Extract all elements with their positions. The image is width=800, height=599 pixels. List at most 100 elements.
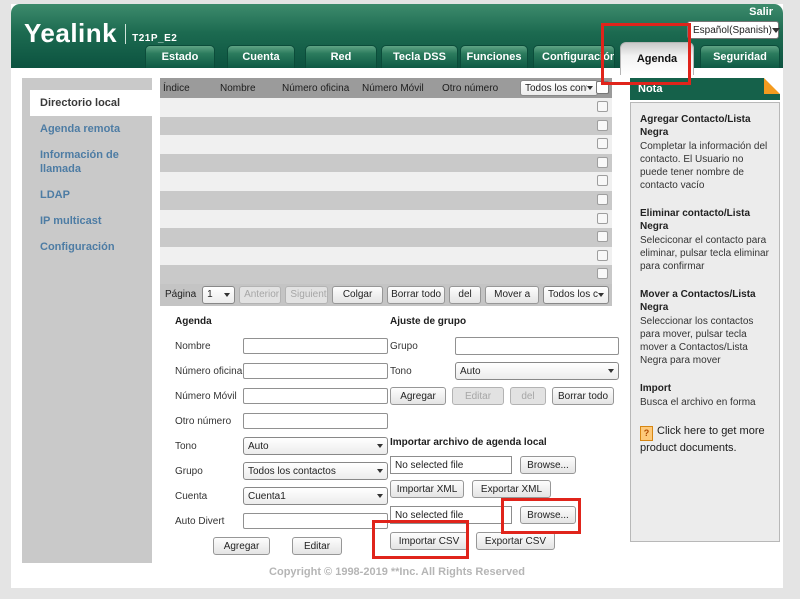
chevron-down-icon xyxy=(377,494,383,498)
row-checkbox[interactable] xyxy=(597,101,608,112)
select-all-checkbox[interactable] xyxy=(596,81,609,94)
contact-edit-button[interactable]: Editar xyxy=(292,537,342,555)
chevron-down-icon xyxy=(377,469,383,473)
table-row xyxy=(160,191,612,210)
group-select[interactable]: Todos los contactos xyxy=(243,462,388,480)
group-add-button[interactable]: Agregar xyxy=(390,387,446,405)
col-otro-numero: Otro número xyxy=(442,83,498,94)
chevron-down-icon xyxy=(772,28,780,33)
logo-text: Yealink xyxy=(24,20,117,46)
note-text: Seleciconar el contacto para eliminar, p… xyxy=(640,234,772,273)
logout-link[interactable]: Salir xyxy=(749,6,773,18)
group-edit-button: Editar xyxy=(452,387,504,405)
tab-seguridad[interactable]: Seguridad xyxy=(700,45,780,68)
note-panel: Nota Agregar Contacto/Lista Negra Comple… xyxy=(630,78,780,542)
group-ring-select[interactable]: Auto xyxy=(455,362,619,380)
note-heading: Mover a Contactos/Lista Negra xyxy=(640,288,772,314)
table-row xyxy=(160,135,612,154)
move-group-select[interactable]: Todos los contactos xyxy=(543,286,609,304)
note-panel-header: Nota xyxy=(630,78,780,100)
import-csv-button[interactable]: Importar CSV xyxy=(390,532,468,550)
group-filter-value: Todos los contactos xyxy=(525,83,587,94)
row-checkbox[interactable] xyxy=(597,213,608,224)
contacts-table: Índice Nombre Número oficina Número Móvi… xyxy=(160,78,612,306)
other-number-label: Otro número xyxy=(175,416,243,427)
mobile-number-field[interactable] xyxy=(243,388,388,404)
import-xml-button[interactable]: Importar XML xyxy=(390,480,464,498)
tab-agenda[interactable]: Agenda xyxy=(620,42,694,75)
table-row xyxy=(160,228,612,247)
group-ring-label: Tono xyxy=(390,366,455,377)
tab-estado[interactable]: Estado xyxy=(145,45,215,68)
ring-tone-label: Tono xyxy=(175,441,243,452)
export-csv-button[interactable]: Exportar CSV xyxy=(476,532,555,550)
account-select[interactable]: Cuenta1 xyxy=(243,487,388,505)
note-panel-body: Agregar Contacto/Lista Negra Completar l… xyxy=(630,102,780,542)
ring-tone-select[interactable]: Auto xyxy=(243,437,388,455)
account-label: Cuenta xyxy=(175,491,243,502)
auto-divert-field[interactable] xyxy=(243,513,388,529)
sidebar-item-configuracion[interactable]: Configuración xyxy=(30,234,152,260)
export-xml-button[interactable]: Exportar XML xyxy=(472,480,551,498)
note-heading: Import xyxy=(640,382,772,395)
name-label: Nombre xyxy=(175,341,243,352)
row-checkbox[interactable] xyxy=(597,138,608,149)
group-name-field[interactable] xyxy=(455,337,619,355)
group-filter-select[interactable]: Todos los contactos xyxy=(520,80,598,96)
row-checkbox[interactable] xyxy=(597,250,608,261)
csv-file-input[interactable]: No selected file xyxy=(390,506,512,524)
tab-configuracion[interactable]: Configuración xyxy=(533,45,615,68)
contacts-table-header: Índice Nombre Número oficina Número Móvi… xyxy=(160,78,612,98)
tab-tecla-dss[interactable]: Tecla DSS xyxy=(381,45,458,68)
move-to-button[interactable]: Mover a xyxy=(485,286,539,304)
sidebar-item-directorio-local[interactable]: Directorio local xyxy=(30,90,152,116)
row-checkbox[interactable] xyxy=(597,268,608,279)
contact-form-title: Agenda xyxy=(175,316,388,327)
group-name-label: Grupo xyxy=(390,341,455,352)
help-doc-icon: ? xyxy=(640,426,653,441)
chevron-down-icon xyxy=(587,86,593,90)
table-row xyxy=(160,172,612,191)
model-label: T21P_E2 xyxy=(132,33,177,44)
row-checkbox[interactable] xyxy=(597,157,608,168)
csv-browse-button[interactable]: Browse... xyxy=(520,506,576,524)
sidebar-item-agenda-remota[interactable]: Agenda remota xyxy=(30,116,152,142)
delete-button[interactable]: del xyxy=(449,286,482,304)
yealink-logo: Yealink T21P_E2 xyxy=(24,20,177,46)
page-container: Salir Yealink T21P_E2 Español(Spanish) E… xyxy=(11,4,783,588)
contact-add-button[interactable]: Agregar xyxy=(213,537,270,555)
col-numero-movil: Número Móvil xyxy=(362,83,424,94)
col-nombre: Nombre xyxy=(220,83,256,94)
tab-cuenta[interactable]: Cuenta xyxy=(227,45,295,68)
row-checkbox[interactable] xyxy=(597,120,608,131)
name-field[interactable] xyxy=(243,338,388,354)
product-docs-link[interactable]: ?Click here to get more product document… xyxy=(640,424,772,456)
prev-page-button: Anterior xyxy=(239,286,281,304)
language-select[interactable]: Español(Spanish) xyxy=(687,21,779,39)
table-row xyxy=(160,117,612,136)
product-docs-link-text: Click here to get more product documents… xyxy=(640,425,765,454)
office-number-field[interactable] xyxy=(243,363,388,379)
page-select[interactable]: 1 xyxy=(202,286,235,304)
row-checkbox[interactable] xyxy=(597,175,608,186)
other-number-field[interactable] xyxy=(243,413,388,429)
sidebar-item-ldap[interactable]: LDAP xyxy=(30,182,152,208)
sidebar-item-ip-multicast[interactable]: IP multicast xyxy=(30,208,152,234)
row-checkbox[interactable] xyxy=(597,194,608,205)
tab-red[interactable]: Red xyxy=(305,45,377,68)
sidebar-item-informacion-de-llamada[interactable]: Información de llamada xyxy=(30,142,152,182)
delete-all-button[interactable]: Borrar todo xyxy=(387,286,444,304)
tab-funciones[interactable]: Funciones xyxy=(460,45,528,68)
move-group-select-value: Todos los contactos xyxy=(548,289,598,300)
row-checkbox[interactable] xyxy=(597,231,608,242)
account-select-value: Cuenta1 xyxy=(248,491,286,502)
xml-browse-button[interactable]: Browse... xyxy=(520,456,576,474)
import-section: Importar archivo de agenda local No sele… xyxy=(390,437,619,556)
sidebar: Directorio local Agenda remota Informaci… xyxy=(22,78,152,563)
table-row xyxy=(160,154,612,173)
note-text: Busca el archivo en forma xyxy=(640,396,772,409)
xml-file-input[interactable]: No selected file xyxy=(390,456,512,474)
group-delete-all-button[interactable]: Borrar todo xyxy=(552,387,614,405)
hangup-button[interactable]: Colgar xyxy=(332,286,384,304)
auto-divert-label: Auto Divert xyxy=(175,516,243,527)
